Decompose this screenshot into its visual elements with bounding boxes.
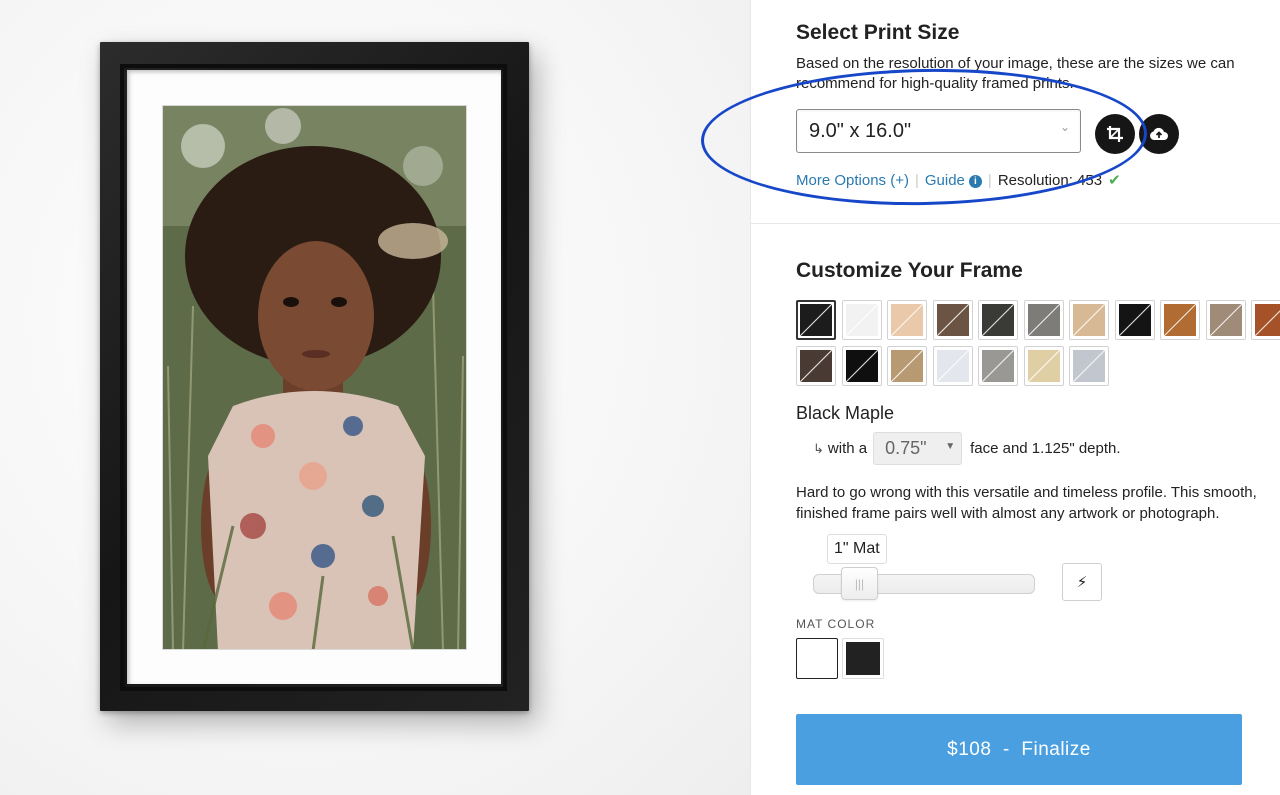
- frame-swatch-texture: [1028, 350, 1060, 382]
- print-size-dropdown[interactable]: 9.0" x 16.0" ⌄: [796, 109, 1081, 153]
- print-size-description: Based on the resolution of your image, t…: [796, 55, 1235, 92]
- finalize-button[interactable]: $108 - Finalize: [796, 714, 1242, 785]
- frame-swatch[interactable]: [887, 300, 927, 340]
- frame-swatch-texture: [846, 304, 878, 336]
- face-prefix: with a: [827, 440, 868, 457]
- frame-swatch[interactable]: [1115, 300, 1155, 340]
- mat-color-label: MAT COLOR: [796, 617, 876, 631]
- resolution-text: Resolution: 453: [997, 171, 1103, 189]
- print-size-value: 9.0" x 16.0": [809, 120, 912, 142]
- frame-swatch[interactable]: [978, 346, 1018, 386]
- checkmark-icon: ✔: [1108, 172, 1121, 189]
- print-size-section: Select Print Size Based on the resolutio…: [751, 0, 1280, 224]
- upload-button[interactable]: [1139, 114, 1179, 154]
- frame-swatch[interactable]: [1069, 346, 1109, 386]
- divider: |: [987, 171, 992, 189]
- cloud-upload-icon: [1150, 127, 1168, 140]
- frame-swatch-texture: [891, 350, 923, 382]
- frame-swatch[interactable]: [1160, 300, 1200, 340]
- frame-swatch[interactable]: [1251, 300, 1280, 340]
- frame-preview: [0, 0, 750, 795]
- mat-board: [127, 70, 501, 684]
- photo-illustration: [163, 106, 466, 649]
- caret-down-icon: ▼: [945, 441, 956, 452]
- frame-swatch[interactable]: [1206, 300, 1246, 340]
- frame-swatch-texture: [846, 350, 878, 382]
- lightning-icon: ⚡︎: [1076, 574, 1088, 591]
- face-width-dropdown[interactable]: 0.75" ▼: [873, 432, 963, 465]
- frame-swatch-texture: [800, 304, 832, 336]
- guide-label: Guide: [924, 171, 965, 189]
- face-suffix: face and 1.125" depth.: [970, 440, 1121, 457]
- chevron-down-icon: ⌄: [1059, 120, 1070, 134]
- frame-swatch-texture: [1028, 304, 1060, 336]
- frame-swatch-texture: [1164, 304, 1196, 336]
- print-size-links: More Options (+) | Guide i | Resolution: …: [796, 171, 1121, 190]
- frame-swatch[interactable]: [842, 346, 882, 386]
- frame-swatch[interactable]: [1069, 300, 1109, 340]
- auto-mat-button[interactable]: ⚡︎: [1062, 563, 1102, 601]
- frame-swatch-texture: [800, 350, 832, 382]
- frame-swatch[interactable]: [796, 346, 836, 386]
- selected-frame-name: Black Maple: [796, 403, 895, 423]
- frame-swatch[interactable]: [796, 300, 836, 340]
- frame-swatch[interactable]: [933, 346, 973, 386]
- face-width-value: 0.75": [885, 438, 927, 458]
- frame-swatch[interactable]: [978, 300, 1018, 340]
- photo-preview: [162, 105, 467, 650]
- frame-swatch[interactable]: [887, 346, 927, 386]
- return-arrow-icon: ↳: [813, 440, 824, 456]
- frame-swatch-texture: [982, 350, 1014, 382]
- frame-swatch-texture: [1210, 304, 1242, 336]
- info-icon: i: [968, 174, 982, 188]
- frame-swatch-texture: [891, 304, 923, 336]
- frame-swatch[interactable]: [1024, 300, 1064, 340]
- mat-slider-thumb[interactable]: |||: [841, 567, 878, 600]
- frame-swatch[interactable]: [933, 300, 973, 340]
- mat-color-white[interactable]: [796, 638, 838, 679]
- frame-swatch-texture: [1073, 350, 1105, 382]
- frame-swatch-texture: [1255, 304, 1280, 336]
- config-panel: Select Print Size Based on the resolutio…: [699, 0, 1280, 795]
- frame-swatch[interactable]: [1024, 346, 1064, 386]
- frame-swatch-texture: [937, 350, 969, 382]
- frame-description: Hard to go wrong with this versatile and…: [796, 484, 1257, 522]
- frame-swatch-texture: [1073, 304, 1105, 336]
- frame-swatch[interactable]: [842, 300, 882, 340]
- crop-icon: [1107, 126, 1123, 142]
- crop-button[interactable]: [1095, 114, 1135, 154]
- mat-color-black[interactable]: [842, 638, 884, 679]
- customize-frame-title: Customize Your Frame: [796, 259, 1023, 282]
- frame-swatch-texture: [1119, 304, 1151, 336]
- more-options-link[interactable]: More Options (+): [796, 172, 909, 189]
- frame-face-row: ↳ with a 0.75" ▼ face and 1.125" depth.: [813, 432, 1121, 465]
- mat-color-black-fill: [846, 642, 880, 675]
- print-size-title: Select Print Size: [796, 21, 960, 44]
- frame-swatch-texture: [982, 304, 1014, 336]
- guide-link[interactable]: Guide i: [925, 172, 982, 189]
- divider: |: [914, 171, 919, 189]
- picture-frame: [100, 42, 529, 711]
- mat-size-label: 1" Mat: [827, 534, 887, 564]
- frame-swatch-texture: [937, 304, 969, 336]
